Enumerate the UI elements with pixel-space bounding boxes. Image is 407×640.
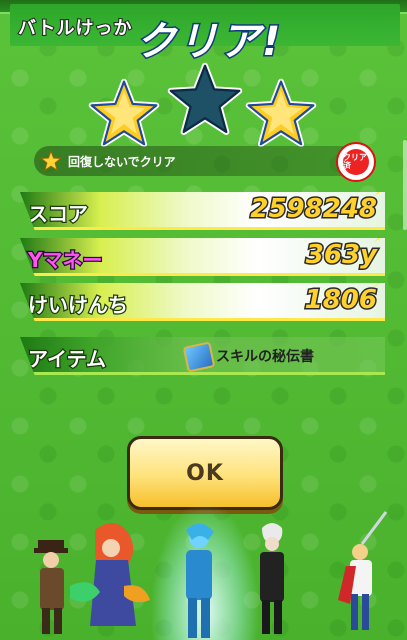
money-value: 363y xyxy=(304,239,378,272)
item-label: アイテム xyxy=(27,346,108,373)
character-professor xyxy=(34,540,68,634)
money-row: Yマネー 363y ⚡ xyxy=(20,238,385,276)
exp-value: 1806 xyxy=(303,284,378,317)
clear-title: クリア! xyxy=(134,18,283,67)
score-row: スコア 2598248 ⚡ xyxy=(20,192,385,230)
clear-badge-text: クリア済 xyxy=(343,149,369,175)
star-rating xyxy=(0,60,407,150)
condition-text: 回復しないでクリア xyxy=(68,155,176,169)
exp-label: けいけんち xyxy=(27,292,130,319)
character-white-hair-man xyxy=(260,523,284,634)
score-value: 2598248 xyxy=(249,193,379,226)
item-row: アイテム スキルの秘伝書 xyxy=(20,337,385,375)
character-fire-girl xyxy=(70,522,150,626)
clear-badge-icon: クリア済 xyxy=(336,142,376,182)
star-empty-icon xyxy=(167,62,243,135)
score-label: スコア xyxy=(27,201,90,228)
star-icon xyxy=(245,78,317,148)
character-sword-fighter xyxy=(338,511,388,630)
characters-group xyxy=(34,511,388,638)
result-screen: バトルけっか クリア! 回復しないでクリア クリア済 スコア 2598248 ⚡ xyxy=(0,0,407,640)
money-label: Yマネー xyxy=(27,247,104,274)
scroll-indicator xyxy=(403,140,407,230)
sparkle-icon: ⚡ xyxy=(373,275,383,291)
sparkle-icon: ⚡ xyxy=(373,184,383,200)
exp-row: けいけんち 1806 ⚡ xyxy=(20,283,385,321)
ok-button[interactable]: OK xyxy=(127,436,283,510)
scroll-book-icon xyxy=(182,341,216,373)
sparkle-icon: ⚡ xyxy=(373,230,383,246)
star-icon xyxy=(40,150,62,172)
clear-condition: 回復しないでクリア クリア済 xyxy=(34,142,376,182)
item-name: スキルの秘伝書 xyxy=(216,349,314,365)
battle-result-label: バトルけっか xyxy=(17,17,133,40)
ok-button-label: OK xyxy=(186,460,224,486)
character-blue-spirit xyxy=(186,523,214,638)
star-icon xyxy=(88,78,160,148)
